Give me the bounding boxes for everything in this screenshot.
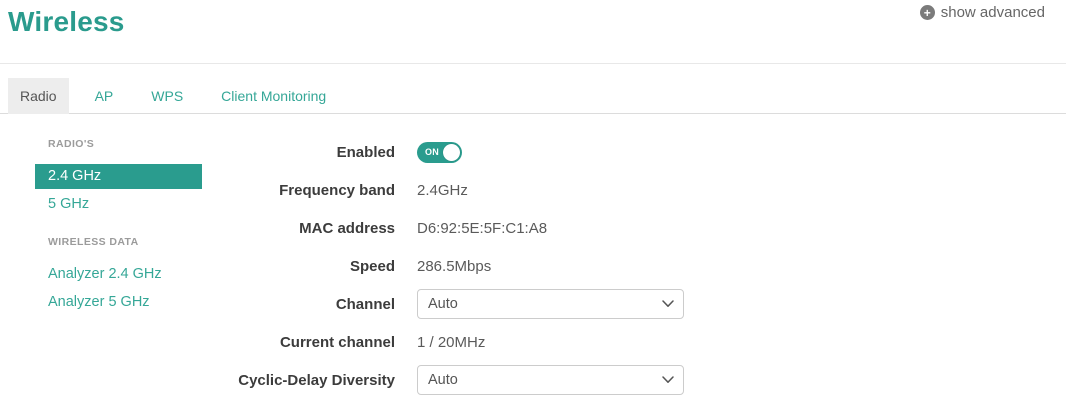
cyclic-delay-diversity-select[interactable]: Auto bbox=[417, 365, 684, 395]
cyclic-delay-diversity-label: Cyclic-Delay Diversity bbox=[238, 371, 395, 389]
page-title: Wireless bbox=[8, 6, 125, 37]
form-row-enabled: Enabled ON bbox=[0, 133, 1066, 171]
form-row-current-channel: Current channel 1 / 20MHz bbox=[0, 323, 1066, 361]
form-row-mac-address: MAC address D6:92:5E:5F:C1:A8 bbox=[0, 209, 1066, 247]
frequency-band-label: Frequency band bbox=[279, 181, 395, 199]
form-row-speed: Speed 286.5Mbps bbox=[0, 247, 1066, 285]
channel-select-wrap: Auto bbox=[417, 289, 684, 319]
frequency-band-value: 2.4GHz bbox=[417, 181, 468, 199]
tab-bar: Radio AP WPS Client Monitoring bbox=[0, 78, 1066, 114]
radio-settings-form: Enabled ON Frequency band 2.4GHz MAC add… bbox=[0, 133, 1066, 399]
form-row-channel: Channel Auto bbox=[0, 285, 1066, 323]
tab-wps[interactable]: WPS bbox=[139, 78, 195, 114]
wireless-settings-page: Wireless + show advanced Radio AP WPS Cl… bbox=[0, 0, 1066, 411]
current-channel-label: Current channel bbox=[279, 333, 395, 351]
show-advanced-link[interactable]: + show advanced bbox=[919, 4, 1045, 21]
form-row-frequency-band: Frequency band 2.4GHz bbox=[0, 171, 1066, 209]
mac-address-label: MAC address bbox=[299, 219, 395, 237]
cyclic-delay-diversity-select-wrap: Auto bbox=[417, 365, 684, 395]
form-row-cyclic-delay-diversity: Cyclic-Delay Diversity Auto bbox=[0, 361, 1066, 399]
enabled-toggle[interactable]: ON bbox=[417, 141, 462, 163]
current-channel-value: 1 / 20MHz bbox=[417, 333, 486, 351]
tab-radio[interactable]: Radio bbox=[8, 78, 69, 114]
mac-address-value: D6:92:5E:5F:C1:A8 bbox=[417, 219, 548, 237]
channel-label: Channel bbox=[335, 295, 395, 313]
toggle-knob bbox=[443, 143, 460, 161]
plus-circle-icon: + bbox=[919, 5, 935, 20]
channel-select[interactable]: Auto bbox=[417, 289, 684, 319]
tab-ap[interactable]: AP bbox=[83, 78, 126, 114]
page-header: Wireless + show advanced bbox=[0, 0, 1066, 64]
show-advanced-label: show advanced bbox=[940, 4, 1045, 21]
toggle-on-text: ON bbox=[425, 147, 440, 157]
speed-value: 286.5Mbps bbox=[417, 257, 492, 275]
speed-label: Speed bbox=[349, 257, 395, 275]
enabled-label: Enabled bbox=[336, 143, 395, 161]
tab-client-monitoring[interactable]: Client Monitoring bbox=[209, 78, 338, 114]
